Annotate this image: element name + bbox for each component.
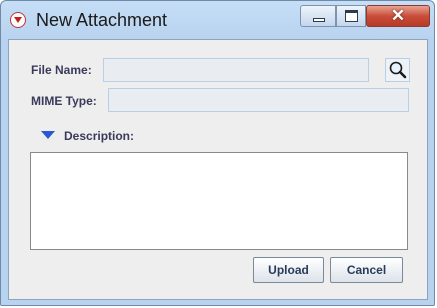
mime-type-label: MIME Type:: [31, 94, 97, 108]
close-icon: ✕: [390, 6, 406, 25]
title-bar[interactable]: New Attachment ✕: [1, 1, 434, 39]
minimize-button[interactable]: [300, 5, 336, 27]
magnifier-icon: [389, 61, 407, 79]
triangle-down-icon[interactable]: [41, 131, 55, 139]
dialog-content: File Name: MIME Type: Description: Uploa…: [8, 39, 428, 300]
file-name-label: File Name:: [31, 63, 92, 77]
cancel-button[interactable]: Cancel: [330, 257, 403, 283]
maximize-button[interactable]: [336, 5, 366, 27]
app-icon: [10, 12, 26, 28]
file-name-field[interactable]: [103, 58, 369, 82]
browse-button[interactable]: [385, 58, 410, 82]
maximize-icon: [345, 10, 358, 22]
description-label[interactable]: Description:: [64, 129, 134, 143]
minimize-icon: [313, 18, 325, 22]
new-attachment-dialog: New Attachment ✕ File Name: MIME Type: D…: [0, 0, 435, 306]
upload-button[interactable]: Upload: [253, 257, 324, 283]
description-textarea[interactable]: [30, 152, 408, 250]
window-title: New Attachment: [36, 10, 168, 30]
close-button[interactable]: ✕: [366, 5, 430, 27]
mime-type-field[interactable]: [108, 88, 409, 112]
